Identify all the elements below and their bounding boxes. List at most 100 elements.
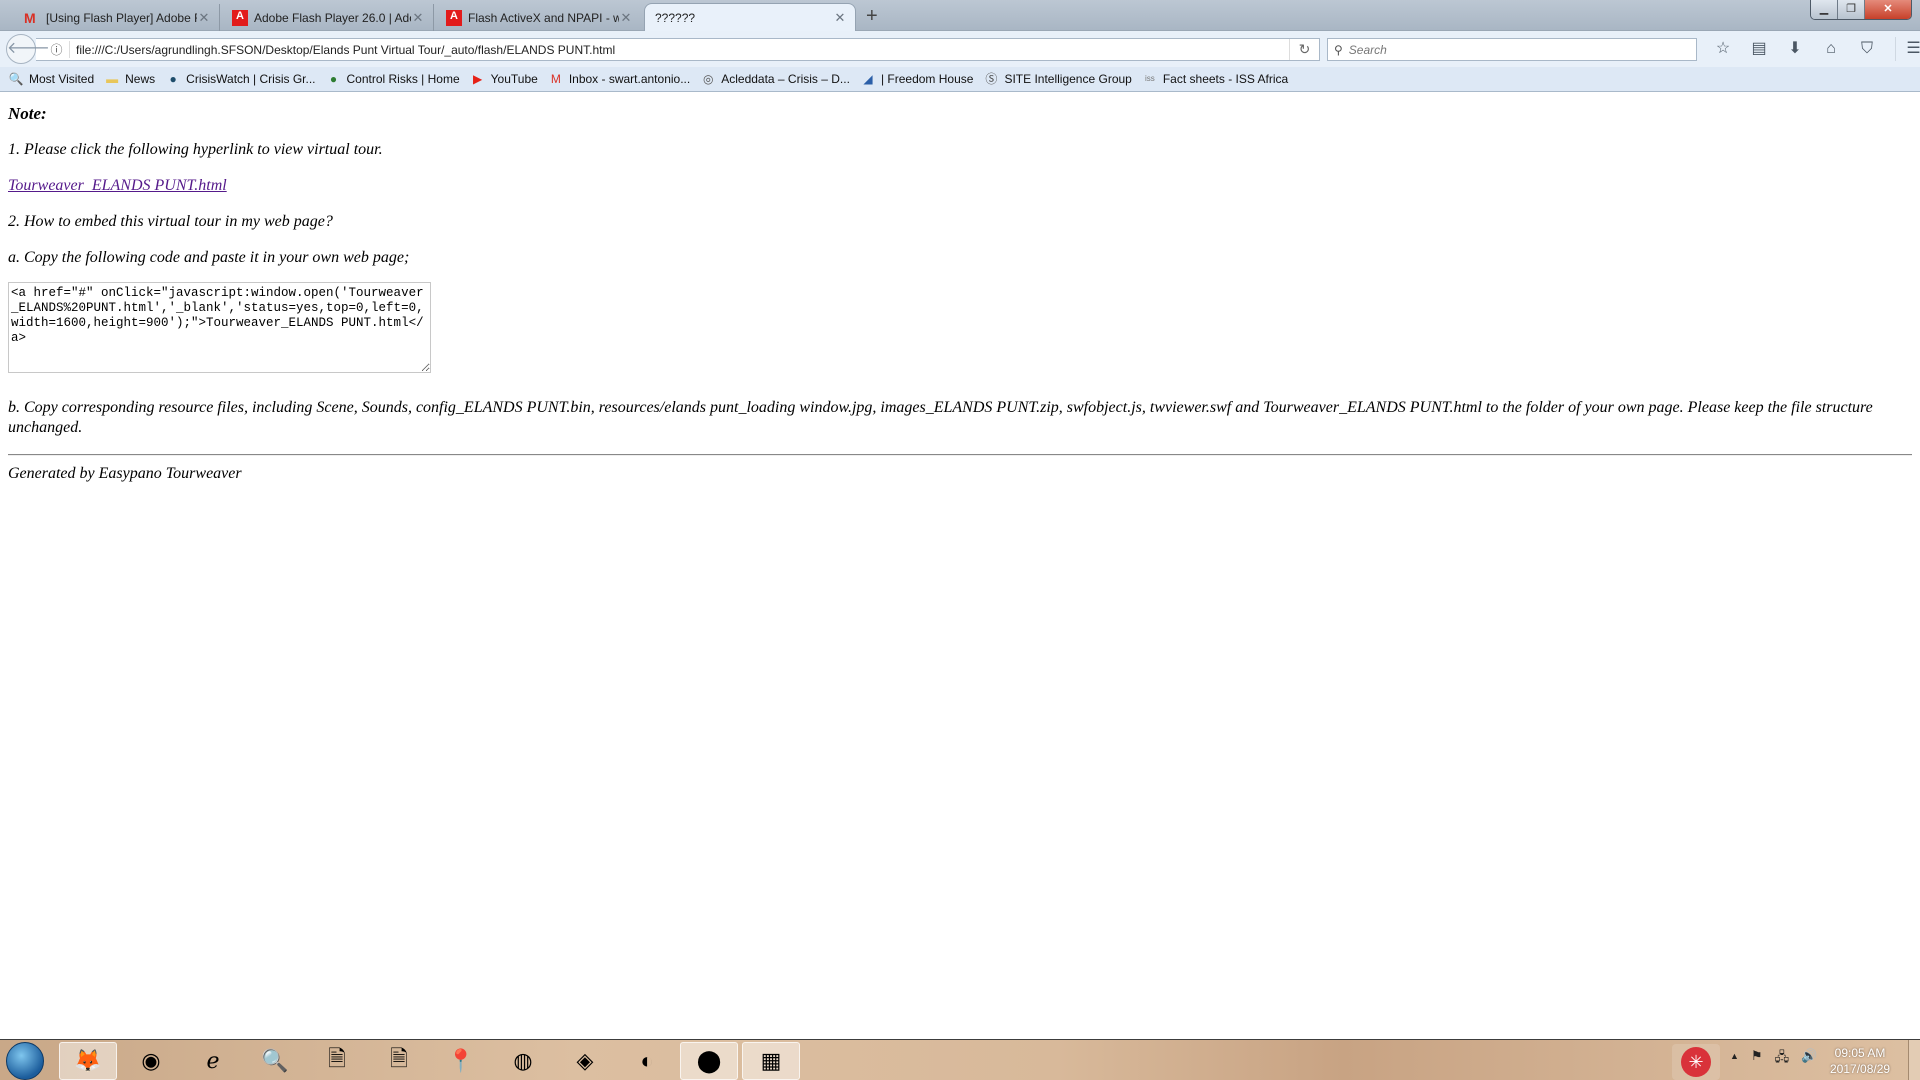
bookmark-label: News xyxy=(125,72,156,86)
chrome-icon: ◉ xyxy=(141,1048,161,1073)
file-1-icon: 🗎 xyxy=(328,1046,346,1071)
bookmark-item[interactable]: ◢ | Freedom House xyxy=(860,71,974,87)
pdf-viewer-icon: 🔍 xyxy=(261,1048,289,1073)
internet-explorer-icon: ℯ xyxy=(206,1048,220,1073)
bookmark-favicon-icon: M xyxy=(550,72,561,86)
bookmark-favicon-icon: 🔍 xyxy=(8,72,24,86)
taskbar-file-1-button[interactable]: 🗎 xyxy=(308,1042,366,1080)
pocket-icon[interactable]: ⛉ xyxy=(1849,37,1885,61)
bookmark-label: Control Risks | Home xyxy=(346,72,460,86)
step-a-text: a. Copy the following code and paste it … xyxy=(8,249,410,266)
bookmark-label: Fact sheets - ISS Africa xyxy=(1162,72,1289,86)
new-tab-button[interactable]: + xyxy=(866,5,878,28)
bookmark-favicon-icon: Ⓢ xyxy=(985,72,998,86)
bookmark-item[interactable]: ● CrisisWatch | Crisis Gr... xyxy=(165,71,316,87)
bookmark-label: Acleddata – Crisis – D... xyxy=(721,72,850,86)
step-2-text: 2. How to embed this virtual tour in my … xyxy=(8,213,333,230)
minimize-button[interactable]: ▁ xyxy=(1811,0,1838,19)
bookmark-item[interactable]: 🔍 Most Visited xyxy=(8,71,95,87)
red-app-icon: ⬤ xyxy=(696,1048,722,1073)
taskbar: 🦊 ◉ ℯ 🔍 🗎 🗎 📍 ◍ ◈ ◐ ⬤ ▦ ✳ ▲ ⚑ 🖧 🔊 09:05 AM 2017/08/… xyxy=(0,1039,1920,1080)
step-b-text: b. Copy corresponding resource files, in… xyxy=(8,399,1873,436)
url-bar[interactable]: ⓘ file:///C:/Users/agrundlingh.SFSON/Des… xyxy=(36,38,1320,61)
taskbar-diamond-app-button[interactable]: ◈ xyxy=(556,1042,614,1080)
reading-list-icon[interactable]: ▤ xyxy=(1741,37,1777,61)
clock-date: 2017/08/29 xyxy=(1830,1062,1891,1076)
tab-current[interactable]: ?????? ✕ xyxy=(644,3,856,31)
bookmark-item[interactable]: iss Fact sheets - ISS Africa xyxy=(1142,71,1288,87)
bookmark-item[interactable]: ▶ YouTube xyxy=(470,71,538,87)
url-text[interactable]: file:///C:/Users/agrundlingh.SFSON/Deskt… xyxy=(76,43,615,57)
clock[interactable]: 09:05 AM 2017/08/29 xyxy=(1830,1045,1890,1077)
search-input[interactable]: ⚲ Search xyxy=(1327,38,1697,61)
bookmark-item[interactable]: ◎ Acleddata – Crisis – D... xyxy=(700,71,850,87)
bookmark-label: CrisisWatch | Crisis Gr... xyxy=(186,72,316,86)
search-icon: ⚲ xyxy=(1334,42,1343,57)
download-icon[interactable]: ⬇ xyxy=(1777,37,1813,61)
taskbar-pdf-viewer-button[interactable]: 🔍 xyxy=(246,1042,304,1080)
bookmark-favicon-icon: ● xyxy=(329,72,338,86)
firefox-icon: 🦊 xyxy=(74,1048,102,1073)
taskbar-firefox-button[interactable]: 🦊 xyxy=(59,1042,117,1080)
taskbar-google-earth-pro-button[interactable]: ◐ xyxy=(618,1042,676,1080)
bookmark-favicon-icon: ◢ xyxy=(863,72,873,86)
bookmark-item[interactable]: Ⓢ SITE Intelligence Group xyxy=(983,71,1131,87)
security-app-icon: ✳ xyxy=(1681,1047,1711,1077)
bookmark-label: Inbox - swart.antonio... xyxy=(568,72,691,86)
taskbar-globe-app-button[interactable]: ◍ xyxy=(494,1042,552,1080)
taskbar-chrome-button[interactable]: ◉ xyxy=(122,1042,180,1080)
tab-adobe-flash-player[interactable]: A Adobe Flash Player 26.0 | Adc ✕ xyxy=(222,4,434,31)
bookmark-item[interactable]: ▬ News xyxy=(104,71,155,87)
note-heading: Note: xyxy=(8,104,47,123)
tray-overflow-icon[interactable]: ▲ xyxy=(1730,1048,1739,1070)
menu-icon[interactable]: ☰ xyxy=(1895,37,1920,61)
file-2-icon: 🗎 xyxy=(390,1046,408,1071)
window-controls: ▁ ❐ ✕ xyxy=(1810,0,1912,20)
globe-app-icon: ◍ xyxy=(513,1048,533,1073)
action-center-flag-icon[interactable]: ⚑ xyxy=(1751,1048,1763,1070)
taskbar-file-2-button[interactable]: 🗎 xyxy=(370,1042,428,1080)
close-window-button[interactable]: ✕ xyxy=(1865,0,1911,19)
bookmark-star-icon[interactable]: ☆ xyxy=(1705,37,1741,61)
google-earth-pro-icon: ◐ xyxy=(640,1048,654,1073)
bookmark-label: Most Visited xyxy=(29,72,95,86)
close-tab-icon[interactable]: ✕ xyxy=(197,10,211,26)
taskbar-globe-pin-button[interactable]: 📍 xyxy=(432,1042,490,1080)
gmail-icon: M xyxy=(24,10,36,26)
network-icon[interactable]: 🖧 xyxy=(1775,1048,1790,1070)
adobe-icon: A xyxy=(232,10,248,26)
bookmark-item[interactable]: M Inbox - swart.antonio... xyxy=(548,71,690,87)
divider xyxy=(8,454,1912,456)
restore-button[interactable]: ❐ xyxy=(1838,0,1865,19)
tab-bar: M [Using Flash Player] Adobe Fl ✕ A Adob… xyxy=(0,0,1920,31)
reload-icon[interactable]: ↻ xyxy=(1289,39,1319,60)
bookmark-favicon-icon: ◎ xyxy=(702,72,714,86)
tour-link[interactable]: Tourweaver_ELANDS PUNT.html xyxy=(8,177,227,195)
close-tab-icon[interactable]: ✕ xyxy=(411,10,425,26)
step-1-text: 1. Please click the following hyperlink … xyxy=(8,141,383,158)
start-button[interactable] xyxy=(6,1042,44,1080)
tab-using-flash-player[interactable]: M [Using Flash Player] Adobe Fl ✕ xyxy=(0,4,220,31)
home-icon[interactable]: ⌂ xyxy=(1813,37,1849,61)
taskbar-control-panel-button[interactable]: ▦ xyxy=(742,1042,800,1080)
back-button[interactable]: 🡐 xyxy=(6,34,50,64)
taskbar-red-app-button[interactable]: ⬤ xyxy=(680,1042,738,1080)
navigation-bar: ⓘ file:///C:/Users/agrundlingh.SFSON/Des… xyxy=(0,31,1920,67)
bookmark-favicon-icon: ● xyxy=(169,72,177,86)
volume-icon[interactable]: 🔊 xyxy=(1801,1048,1817,1070)
adobe-icon: A xyxy=(446,10,462,26)
footer-text: Generated by Easypano Tourweaver xyxy=(8,465,242,482)
bookmark-label: SITE Intelligence Group xyxy=(1004,72,1132,86)
search-placeholder: Search xyxy=(1348,42,1387,57)
bookmark-label: | Freedom House xyxy=(880,72,974,86)
bookmarks-toolbar: 🔍 Most Visited ▬ News ● CrisisWatch | Crisis … xyxy=(0,67,1920,92)
embed-code-textarea[interactable]: <a href="#" onClick="javascript:window.o… xyxy=(8,282,431,373)
close-tab-icon[interactable]: ✕ xyxy=(833,10,847,26)
close-tab-icon[interactable]: ✕ xyxy=(619,10,633,26)
bookmark-favicon-icon: ▬ xyxy=(106,72,119,86)
show-desktop-button[interactable] xyxy=(1908,1040,1920,1080)
tray-security-button[interactable]: ✳ xyxy=(1672,1044,1720,1080)
bookmark-item[interactable]: ● Control Risks | Home xyxy=(326,71,460,87)
tab-flash-activex[interactable]: A Flash ActiveX and NPAPI - wl ✕ xyxy=(436,4,641,31)
taskbar-internet-explorer-button[interactable]: ℯ xyxy=(184,1042,242,1080)
